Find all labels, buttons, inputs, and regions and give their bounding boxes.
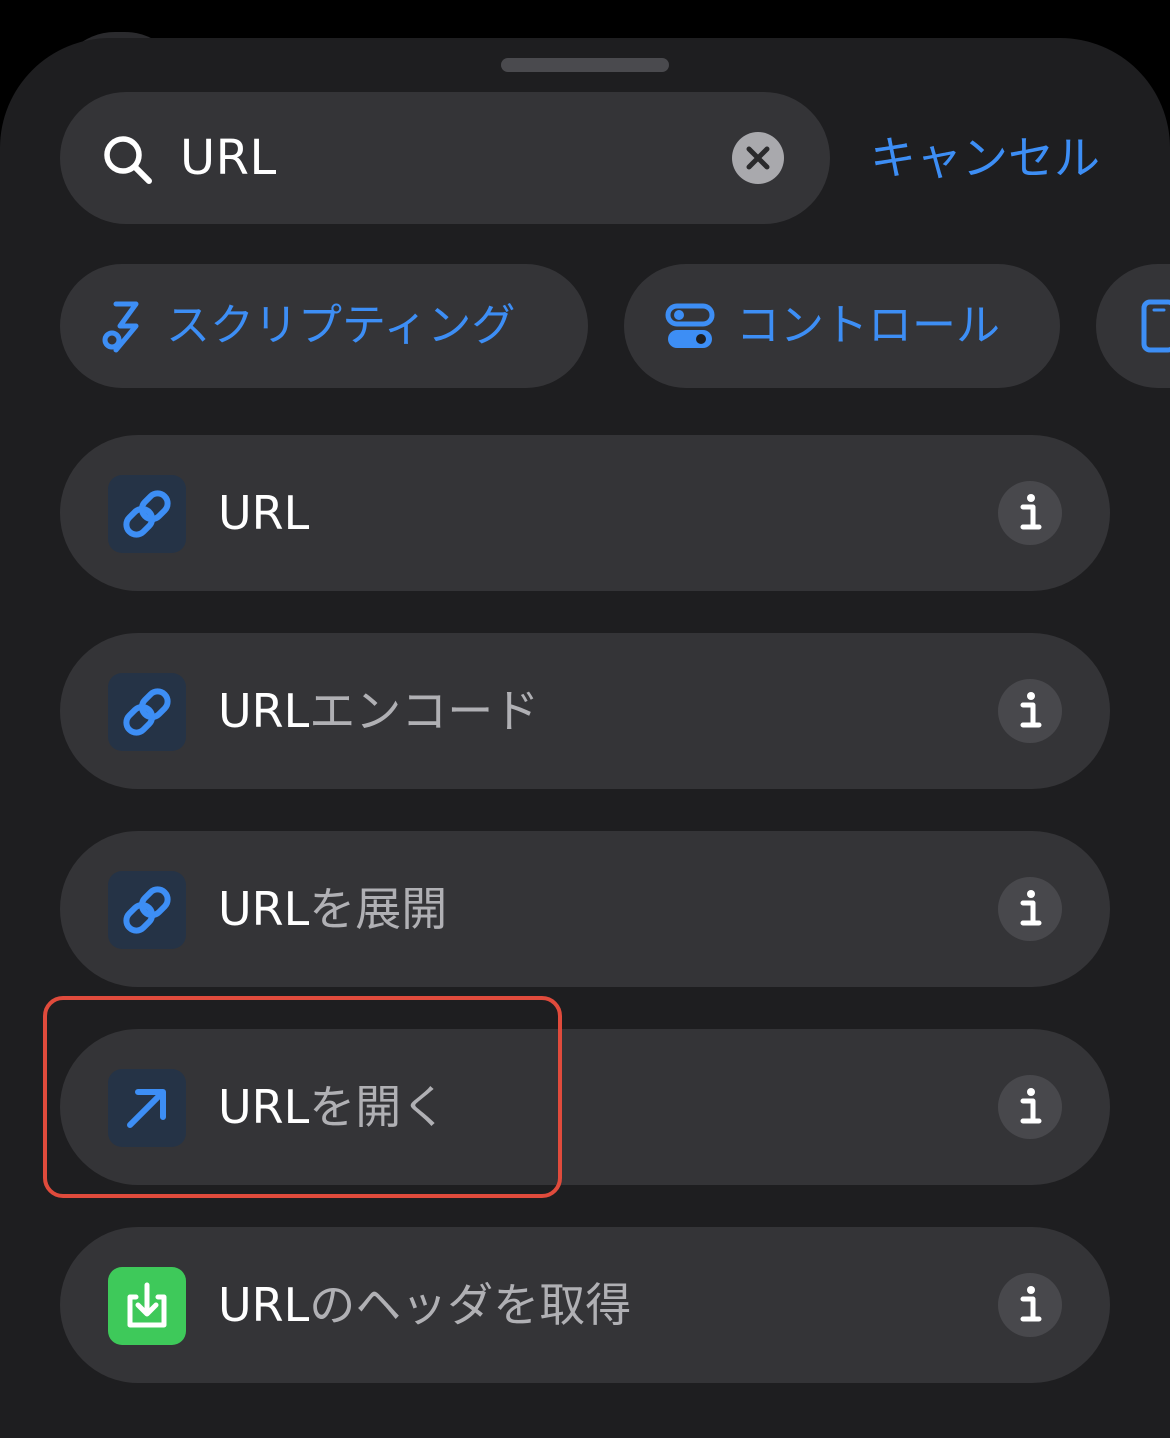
chip-label-scripting: スクリプティング bbox=[166, 300, 516, 351]
info-button[interactable] bbox=[998, 679, 1062, 743]
result-row-url-encode[interactable]: URLエンコード bbox=[60, 633, 1110, 789]
result-row-get-headers[interactable]: URLのヘッダを取得 bbox=[60, 1227, 1110, 1383]
chip-device[interactable] bbox=[1096, 264, 1170, 388]
search-input[interactable]: URL bbox=[180, 128, 277, 188]
info-icon bbox=[1020, 1088, 1042, 1124]
info-icon bbox=[1020, 890, 1042, 926]
link-icon bbox=[108, 673, 186, 751]
chip-scripting[interactable]: スクリプティング bbox=[60, 264, 588, 388]
cancel-button[interactable]: キャンセル bbox=[870, 126, 1100, 190]
info-icon bbox=[1020, 494, 1042, 530]
result-label: URLエンコード bbox=[218, 684, 540, 738]
controls-toggle-icon bbox=[665, 303, 715, 348]
result-label: URLのヘッダを取得 bbox=[218, 1278, 632, 1332]
result-label: URL bbox=[218, 486, 310, 540]
action-search-sheet: URL キャンセル スクリプティング コントロール URL URLエンコード U… bbox=[0, 38, 1170, 1438]
download-icon bbox=[108, 1267, 186, 1345]
info-button[interactable] bbox=[998, 877, 1062, 941]
clear-search-button[interactable] bbox=[732, 132, 784, 184]
highlight-box bbox=[43, 996, 562, 1198]
scripting-icon bbox=[102, 301, 139, 353]
result-label: URLを展開 bbox=[218, 882, 448, 936]
info-icon bbox=[1020, 1286, 1042, 1322]
result-row-expand-url[interactable]: URLを展開 bbox=[60, 831, 1110, 987]
result-row-url[interactable]: URL bbox=[60, 435, 1110, 591]
chip-label-controls: コントロール bbox=[736, 300, 1000, 351]
link-icon bbox=[108, 475, 186, 553]
search-icon bbox=[104, 136, 152, 184]
info-icon bbox=[1020, 692, 1042, 728]
info-button[interactable] bbox=[998, 1273, 1062, 1337]
search-field[interactable]: URL bbox=[60, 92, 830, 224]
sheet-grabber[interactable] bbox=[501, 58, 669, 72]
device-icon bbox=[1141, 299, 1170, 353]
link-icon bbox=[108, 871, 186, 949]
info-button[interactable] bbox=[998, 481, 1062, 545]
clear-icon bbox=[746, 146, 770, 170]
info-button[interactable] bbox=[998, 1075, 1062, 1139]
chip-controls[interactable]: コントロール bbox=[624, 264, 1060, 388]
